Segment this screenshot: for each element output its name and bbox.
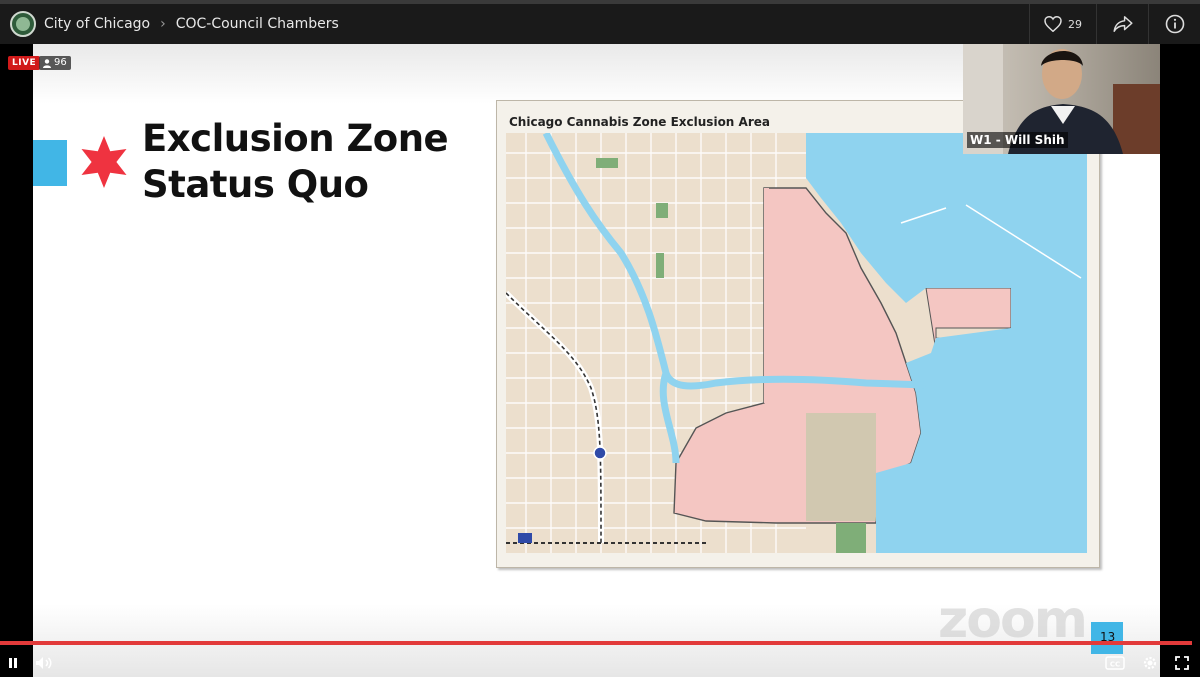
slide-title-line-1: Exclusion Zone	[142, 117, 449, 160]
map-title: Chicago Cannabis Zone Exclusion Area	[509, 115, 770, 129]
street-map	[506, 133, 1087, 553]
video-player[interactable]: LIVE 96 Exclusion Zone Status Quo Chicag…	[0, 44, 1200, 677]
fullscreen-icon	[1175, 656, 1189, 670]
viewer-count: 96	[54, 57, 67, 68]
city-seal-icon	[16, 17, 30, 31]
volume-icon	[36, 657, 52, 669]
chicago-star-icon	[81, 136, 127, 188]
info-icon	[1165, 14, 1184, 34]
viewer-count-badge: 96	[39, 56, 71, 70]
slide-title-line-2: Status Quo	[142, 163, 369, 206]
speaker-video-tile[interactable]: W1 - Will Shih	[963, 44, 1160, 154]
info-button[interactable]	[1148, 4, 1200, 44]
player-controls: CC	[0, 648, 1200, 677]
gear-icon	[1143, 656, 1157, 670]
map-canvas	[506, 133, 1087, 553]
progress-bar[interactable]	[0, 641, 1192, 645]
share-icon	[1112, 16, 1133, 32]
like-count: 29	[1068, 17, 1082, 31]
chicago-flag-stripe	[33, 140, 67, 186]
top-bar: City of Chicago › COC-Council Chambers 2…	[0, 0, 1200, 44]
pause-icon	[9, 658, 17, 668]
chevron-right-icon: ›	[160, 16, 166, 32]
pause-button[interactable]	[2, 652, 24, 674]
exclusion-area-map: Chicago Cannabis Zone Exclusion Area	[496, 100, 1100, 568]
volume-button[interactable]	[33, 652, 55, 674]
heart-icon	[1044, 16, 1062, 32]
speaker-name-label: W1 - Will Shih	[967, 132, 1068, 148]
share-button[interactable]	[1096, 4, 1148, 44]
city-seal-logo[interactable]	[10, 11, 36, 37]
cc-icon: CC	[1105, 656, 1125, 670]
closed-captions-button[interactable]: CC	[1104, 652, 1126, 674]
person-icon	[43, 58, 51, 68]
breadcrumb-channel[interactable]: COC-Council Chambers	[176, 16, 339, 32]
like-button[interactable]: 29	[1029, 4, 1096, 44]
svg-text:CC: CC	[1110, 661, 1120, 669]
live-badge: LIVE	[8, 56, 41, 70]
slide-title: Exclusion Zone Status Quo	[142, 116, 449, 208]
settings-button[interactable]	[1139, 652, 1161, 674]
breadcrumb-org[interactable]: City of Chicago	[44, 16, 150, 32]
fullscreen-button[interactable]	[1171, 652, 1193, 674]
